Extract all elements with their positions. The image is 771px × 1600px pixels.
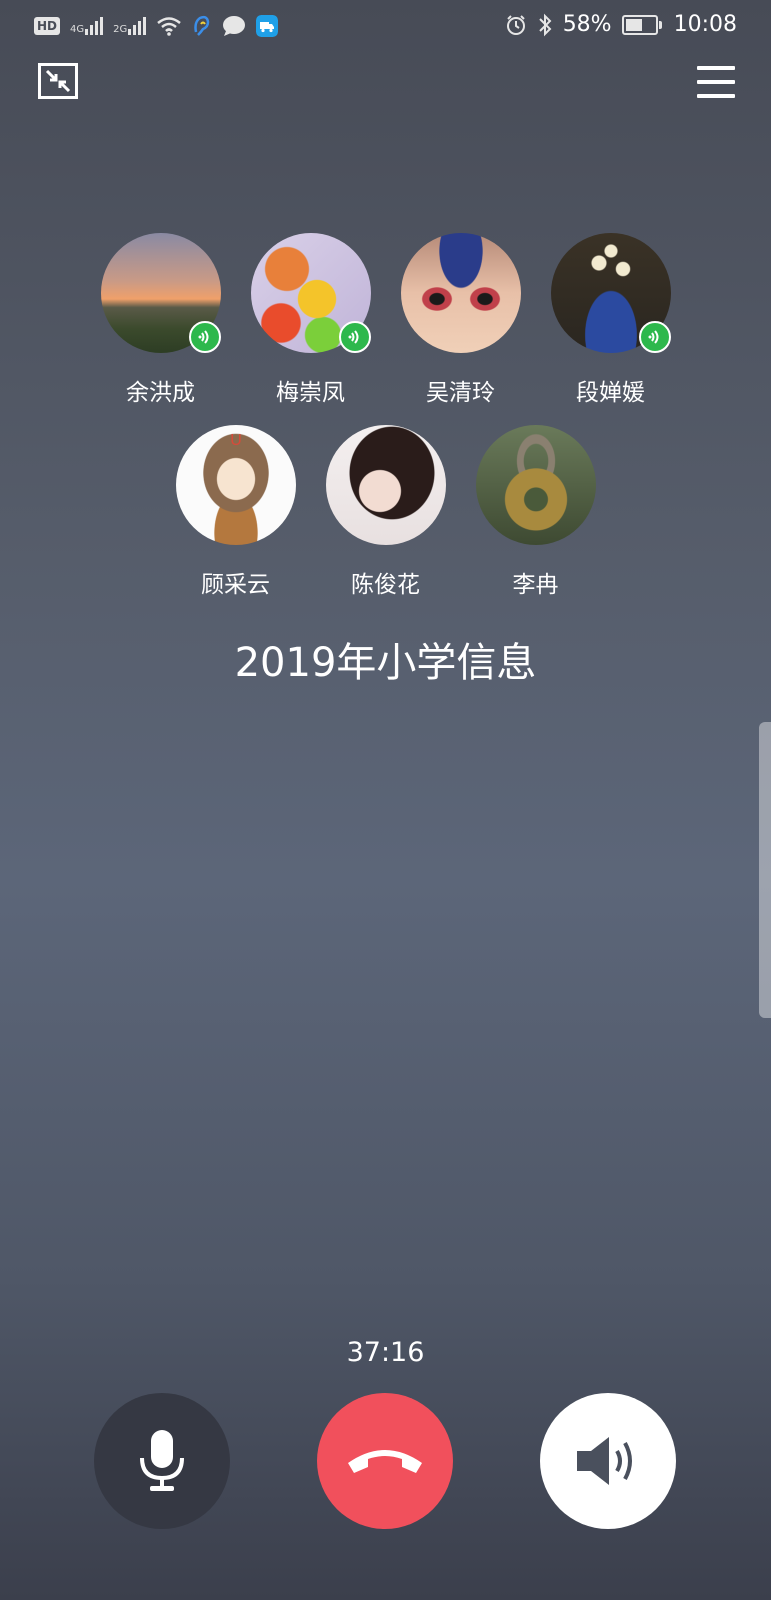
avatar [475,425,596,545]
participant[interactable]: 梅崇凤 [250,233,371,407]
hd-voice-icon: HD [34,17,61,35]
participant-name: 梅崇凤 [276,380,345,406]
participant[interactable]: 陈俊花 [325,425,446,599]
speaker-icon [577,1437,632,1485]
participant-name: 陈俊花 [351,572,420,598]
shrink-arrows-icon [45,69,71,93]
participant[interactable]: 李冉 [475,425,596,599]
speaker-button[interactable] [540,1393,676,1529]
participant-name: 余洪成 [126,380,195,406]
wifi-icon [157,17,182,36]
menu-button[interactable] [697,66,735,98]
participant-name: 李冉 [512,572,559,598]
avatar [325,425,446,545]
avatar: U [175,425,296,545]
participant-name: 段婵媛 [576,380,645,406]
speaking-indicator-icon [338,321,371,353]
svg-text:U: U [230,432,242,449]
participant[interactable]: U 顾采云 [175,425,296,599]
hearing-aid-icon [194,15,210,36]
speaking-indicator-icon [188,321,221,353]
message-bubble-icon [223,16,246,36]
status-bar: HD 4G 2G 58% 10:08 [0,0,771,58]
status-time: 10:08 [673,12,737,37]
avatar [400,233,521,353]
participant-name: 顾采云 [201,572,270,598]
side-drawer-handle[interactable] [759,722,771,1018]
battery-icon [621,14,662,35]
signal-2g-icon: 2G [113,17,147,35]
battery-percent: 58% [562,12,612,37]
participant-name: 吴清玲 [426,380,495,406]
participant[interactable]: 段婵媛 [550,233,671,407]
minimize-call-button[interactable] [38,63,78,99]
participant[interactable]: 吴清玲 [400,233,521,407]
alarm-icon [506,14,525,35]
group-title: 2019年小学信息 [234,640,537,686]
delivery-app-icon [256,15,279,37]
menu-icon [697,66,735,70]
participant[interactable]: 余洪成 [100,233,221,407]
speaking-indicator-icon [638,321,671,353]
signal-4g-icon: 4G [70,17,104,35]
microphone-icon [140,1430,184,1491]
call-duration: 37:16 [346,1337,425,1368]
phone-hangup-icon [348,1450,422,1473]
bluetooth-icon [538,13,552,36]
mute-button[interactable] [94,1393,230,1529]
hang-up-button[interactable] [317,1393,453,1529]
